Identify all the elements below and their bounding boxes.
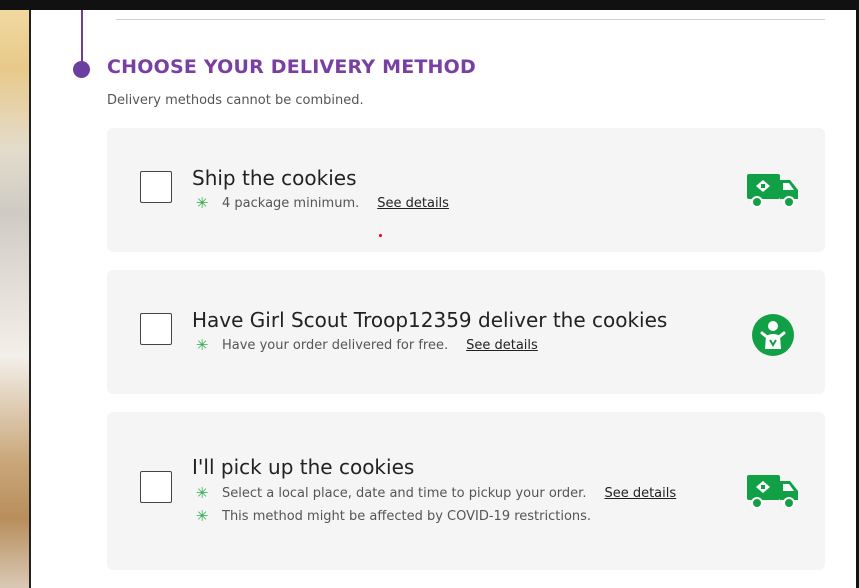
delivery-option-pickup[interactable]: I'll pick up the cookies ✳ Select a loca… [107,412,825,570]
see-details-link[interactable]: See details [377,196,449,211]
delivery-option-troop[interactable]: Have Girl Scout Troop12359 deliver the c… [107,270,825,394]
asterisk-icon: ✳ [195,336,209,354]
note-text: Have your order delivered for free. [222,337,449,353]
truck-icon [747,171,799,215]
note-text: Select a local place, date and time to p… [222,485,587,501]
progress-timeline [81,10,83,65]
ship-checkbox[interactable] [140,171,172,203]
option-note: ✳ Have your order delivered for free. Se… [192,336,538,354]
option-title: Ship the cookies [192,166,357,190]
cursor-dot [379,234,382,237]
background-photo [0,10,31,588]
note-text: 4 package minimum. [222,195,360,211]
pickup-checkbox[interactable] [140,471,172,503]
delivery-option-ship[interactable]: Ship the cookies ✳ 4 package minimum. Se… [107,128,825,252]
divider [116,19,825,20]
option-note: ✳ Select a local place, date and time to… [192,484,676,502]
troop-checkbox[interactable] [140,313,172,345]
note-text: This method might be affected by COVID-1… [222,508,592,524]
option-note: ✳ 4 package minimum. See details [192,194,449,212]
girl-scout-icon [751,313,795,361]
asterisk-icon: ✳ [195,507,209,525]
option-title: I'll pick up the cookies [192,455,415,479]
photo-edge [29,10,31,588]
asterisk-icon: ✳ [195,194,209,212]
option-note: ✳ This method might be affected by COVID… [192,507,591,525]
section-title: CHOOSE YOUR DELIVERY METHOD [107,56,476,78]
window-frame-top [0,0,859,10]
see-details-link[interactable]: See details [466,338,538,353]
progress-step-dot [73,61,90,78]
asterisk-icon: ✳ [195,484,209,502]
truck-icon [747,472,799,516]
section-subtitle: Delivery methods cannot be combined. [107,93,364,108]
option-title: Have Girl Scout Troop12359 deliver the c… [192,308,668,332]
see-details-link[interactable]: See details [604,486,676,501]
